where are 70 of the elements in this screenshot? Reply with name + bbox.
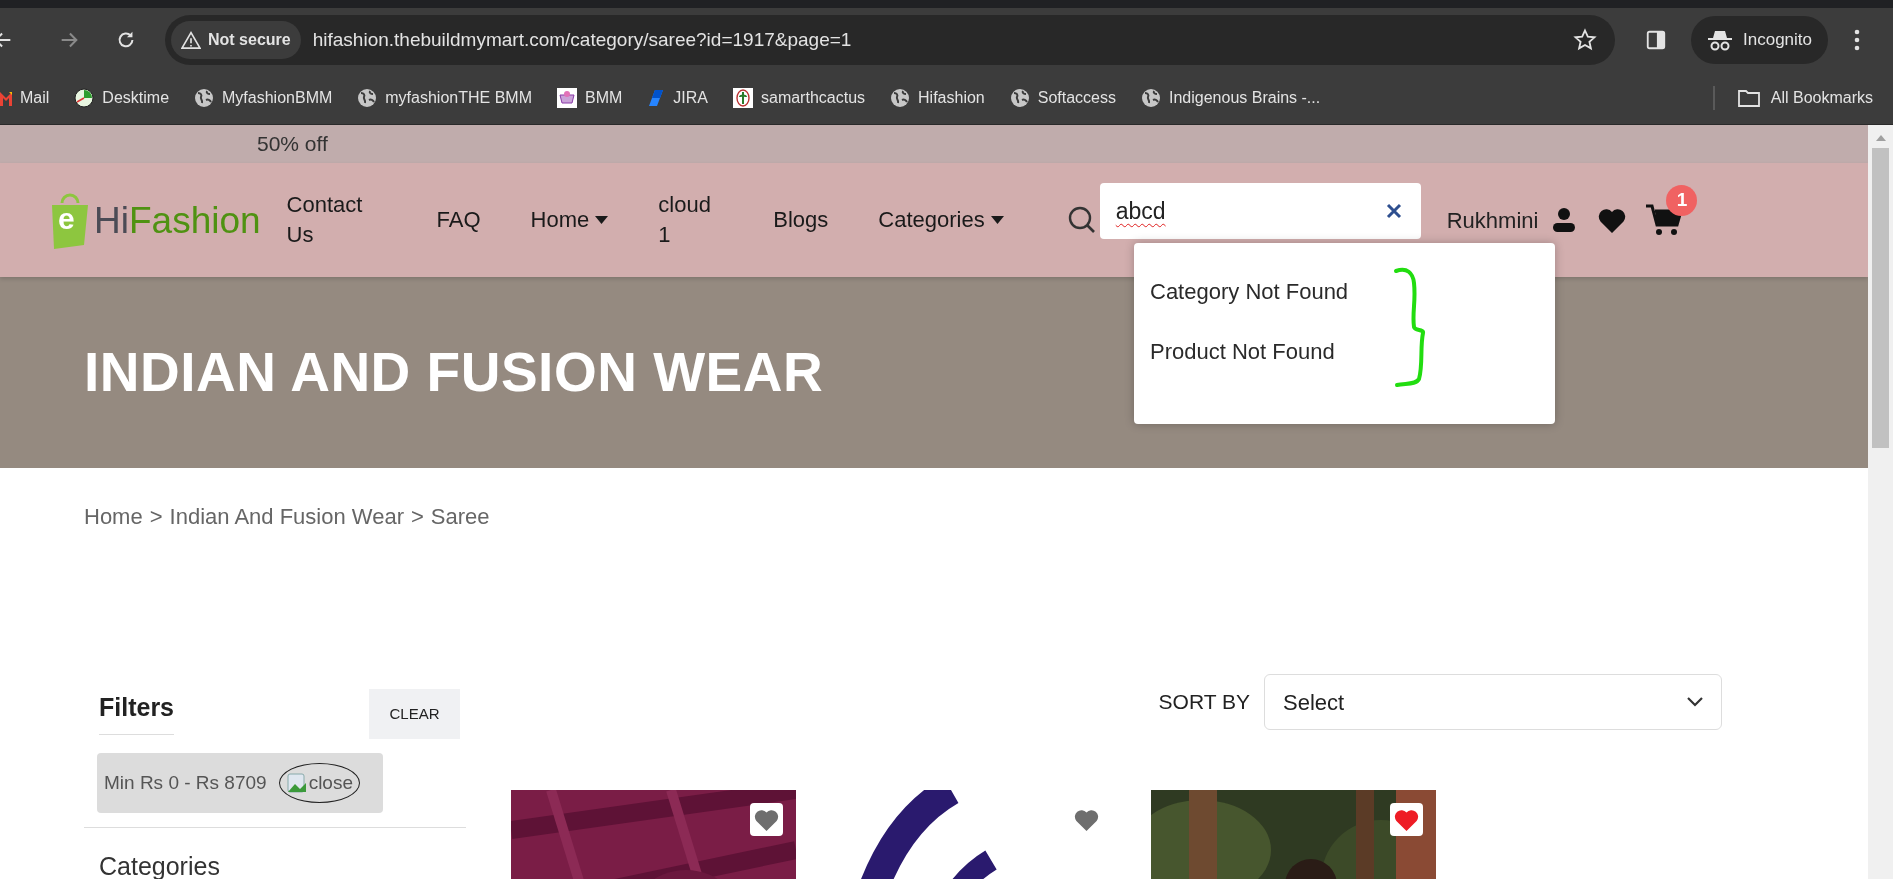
nav-link[interactable]: FAQ	[436, 205, 481, 235]
heart-icon	[754, 808, 779, 831]
bookmark[interactable]: JIRA	[647, 81, 708, 115]
globe-icon	[194, 88, 215, 108]
globe-icon	[357, 88, 378, 108]
bookmark[interactable]: Softaccess	[1009, 81, 1116, 115]
sort-label: SORT BY	[1158, 689, 1250, 716]
bookmark[interactable]: BMM	[557, 81, 623, 115]
chevron-down-icon	[1687, 697, 1703, 707]
profile-chip[interactable]: Incognito	[1691, 16, 1828, 64]
clear-icon[interactable]	[1385, 203, 1402, 219]
heart-icon	[1074, 808, 1099, 831]
bookmark[interactable]: Hifashion	[890, 81, 985, 115]
nav-link[interactable]: Home	[530, 205, 609, 235]
url-text: hifashion.thebuildmymart.com/category/saree?id=1917&page=1	[312, 27, 852, 52]
scrollbar-thumb[interactable]	[1872, 148, 1889, 448]
globe-icon	[1141, 88, 1161, 108]
suggestion-item[interactable]: Category Not Found	[1150, 276, 1349, 308]
promo-text: 50% off	[257, 131, 328, 158]
cart-badge: 1	[1666, 185, 1698, 216]
broken-image-icon	[285, 772, 308, 794]
breadcrumb-link[interactable]: Saree	[430, 500, 490, 533]
heart-icon	[1394, 808, 1419, 831]
side-panel-icon[interactable]	[1645, 29, 1667, 51]
bookmark[interactable]: Indigenous Brains -...	[1141, 81, 1321, 115]
bookmark[interactable]: Mail	[0, 81, 50, 115]
star-icon[interactable]	[1573, 28, 1597, 52]
bookmark[interactable]: myfashionTHE BMM	[357, 81, 532, 115]
favorite-button[interactable]	[750, 803, 783, 836]
security-chip[interactable]: Not secure	[171, 21, 301, 59]
more-icon[interactable]	[1854, 29, 1860, 51]
folder-icon	[1736, 88, 1761, 108]
jira-icon	[647, 89, 666, 107]
filters-title: Filters	[99, 692, 175, 721]
nav-link[interactable]: Categories	[878, 205, 1004, 235]
user-name: Rukhmini	[1446, 206, 1539, 235]
clear-button[interactable]: CLEAR	[369, 689, 460, 739]
nav-link[interactable]: Contact Us	[286, 190, 387, 250]
shop-icon	[557, 88, 577, 108]
search-icon[interactable]	[1067, 206, 1096, 234]
clock-icon	[74, 88, 95, 108]
bookmark[interactable]: samarthcactus	[733, 81, 866, 115]
cactus-icon	[733, 88, 753, 108]
search-field[interactable]: abcd	[1099, 183, 1421, 239]
user-icon[interactable]	[1552, 207, 1577, 233]
hero-title: INDIAN AND FUSION WEAR	[84, 340, 824, 406]
favorite-button[interactable]	[1390, 803, 1423, 836]
sort-select[interactable]: Select	[1264, 674, 1722, 730]
incognito-icon	[1707, 29, 1733, 51]
logo[interactable]: e HiFashion	[48, 189, 261, 251]
globe-icon	[890, 88, 911, 108]
warning-icon	[181, 31, 201, 49]
address-bar[interactable]: Not secure hifashion.thebuildmymart.com/category/saree?id=1917&page=1	[165, 15, 1615, 65]
breadcrumb-separator: >	[410, 503, 424, 531]
caret-icon	[990, 216, 1004, 224]
caret-icon	[595, 216, 609, 224]
filter-chip-label: Min Rs 0 - Rs 8709	[104, 770, 267, 795]
nav-link[interactable]: cloud 1	[658, 190, 724, 250]
breadcrumb-separator: >	[149, 503, 163, 531]
breadcrumb-link[interactable]: Home	[84, 500, 143, 533]
breadcrumb-link[interactable]: Indian And Fusion Wear	[169, 500, 404, 533]
bookmark[interactable]: MyfashionBMM	[194, 81, 333, 115]
mail-icon	[0, 89, 12, 107]
globe-icon	[1009, 88, 1030, 108]
suggestion-item[interactable]: Product Not Found	[1150, 336, 1335, 368]
all-bookmarks-button[interactable]: All Bookmarks	[1736, 86, 1873, 110]
heart-icon[interactable]	[1598, 207, 1627, 233]
nav-link[interactable]: Blogs	[773, 205, 829, 235]
bookmark[interactable]: Desktime	[74, 81, 170, 115]
scrollbar[interactable]	[1868, 125, 1893, 879]
